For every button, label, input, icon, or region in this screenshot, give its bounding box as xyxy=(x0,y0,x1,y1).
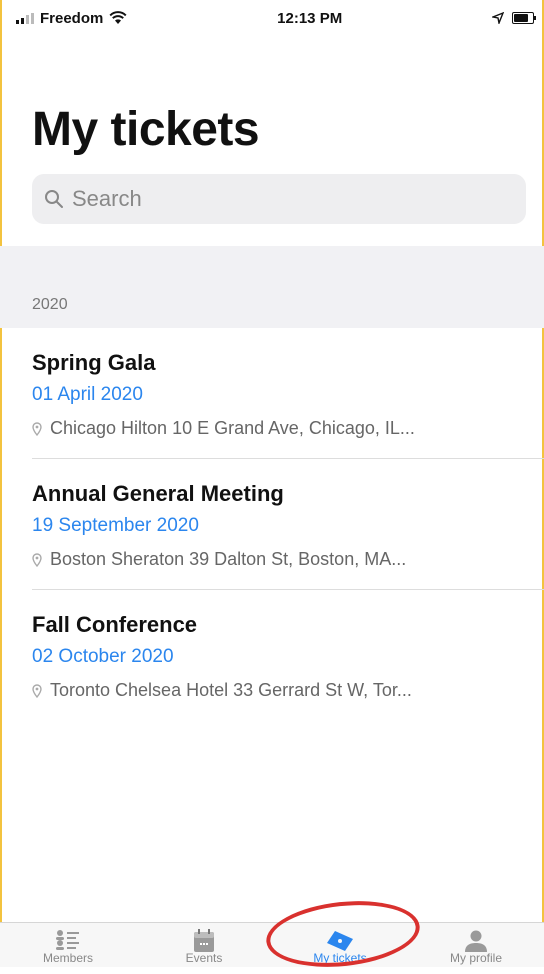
ticket-location-text: Boston Sheraton 39 Dalton St, Boston, MA… xyxy=(50,549,407,569)
ticket-date: 19 September 2020 xyxy=(32,515,199,536)
tab-events[interactable]: Events xyxy=(136,923,272,967)
search-icon xyxy=(45,190,63,208)
calendar-icon xyxy=(194,929,214,952)
ticket-location: Boston Sheraton 39 Dalton St, Boston, MA… xyxy=(32,549,406,570)
status-bar: Freedom 12:13 PM xyxy=(0,0,544,36)
ticket-location-text: Chicago Hilton 10 E Grand Ave, Chicago, … xyxy=(50,418,415,438)
status-time: 12:13 PM xyxy=(277,9,343,27)
section-header: 2020 xyxy=(0,246,544,328)
ticket-date: 01 April 2020 xyxy=(32,384,143,405)
members-icon xyxy=(56,930,79,950)
location-pin-icon xyxy=(32,421,42,436)
ticket-item[interactable]: Annual General Meeting 19 September 2020… xyxy=(0,459,544,590)
tab-label: Members xyxy=(42,951,93,965)
ticket-list: Spring Gala 01 April 2020 Chicago Hilton… xyxy=(0,328,544,721)
ticket-date: 02 October 2020 xyxy=(32,646,174,667)
ticket-location: Toronto Chelsea Hotel 33 Gerrard St W, T… xyxy=(32,680,412,701)
profile-icon xyxy=(465,930,487,952)
location-pin-icon xyxy=(32,683,42,698)
tab-bar: Members Events My tickets My profile xyxy=(0,922,544,967)
ticket-item[interactable]: Fall Conference 02 October 2020 Toronto … xyxy=(0,590,544,721)
tab-members[interactable]: Members xyxy=(0,923,136,967)
section-header-label: 2020 xyxy=(32,296,68,313)
search-input[interactable] xyxy=(70,185,494,213)
carrier-label: Freedom xyxy=(40,9,104,27)
search-bar[interactable] xyxy=(32,174,526,224)
ticket-item[interactable]: Spring Gala 01 April 2020 Chicago Hilton… xyxy=(0,328,544,459)
ticket-location-text: Toronto Chelsea Hotel 33 Gerrard St W, T… xyxy=(50,680,412,700)
ticket-icon xyxy=(327,931,353,951)
location-arrow-icon xyxy=(492,12,504,24)
page-title: My tickets xyxy=(32,103,260,156)
tab-label: My profile xyxy=(449,951,502,965)
battery-icon xyxy=(512,12,536,24)
ticket-name: Spring Gala xyxy=(32,350,156,375)
signal-icon xyxy=(16,12,34,24)
tab-label: Events xyxy=(185,951,223,965)
wifi-icon xyxy=(109,11,127,24)
location-pin-icon xyxy=(32,552,42,567)
ticket-name: Fall Conference xyxy=(32,612,198,637)
tab-my-profile[interactable]: My profile xyxy=(408,923,544,967)
tab-label: My tickets xyxy=(313,951,367,965)
ticket-name: Annual General Meeting xyxy=(32,481,284,506)
ticket-location: Chicago Hilton 10 E Grand Ave, Chicago, … xyxy=(32,418,415,439)
tab-my-tickets[interactable]: My tickets xyxy=(272,923,408,967)
